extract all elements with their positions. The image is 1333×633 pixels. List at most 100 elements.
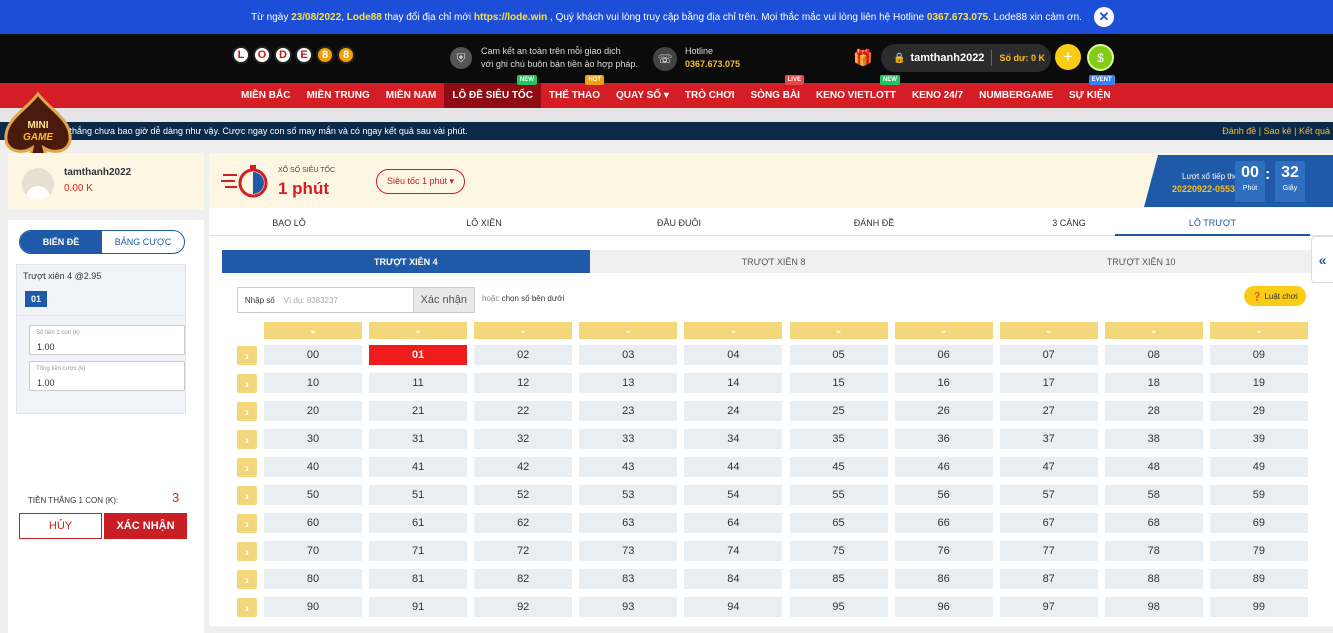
number-cell[interactable]: 78 [1104, 541, 1203, 561]
picked-number-chip[interactable]: 01 [25, 291, 47, 307]
quick-links[interactable]: Đánh đề | Sao kê | Kết quả [1222, 122, 1330, 140]
number-cell[interactable]: 98 [1104, 597, 1203, 617]
number-cell[interactable]: 61 [369, 513, 468, 533]
number-cell[interactable]: 03 [579, 345, 678, 365]
number-cell[interactable]: 46 [894, 457, 993, 477]
number-cell[interactable]: 74 [684, 541, 783, 561]
nav-item[interactable]: KENO 24/7 [904, 83, 971, 108]
number-cell[interactable]: 23 [579, 401, 678, 421]
select-column-button[interactable]: ⌄ [369, 322, 468, 339]
number-cell[interactable]: 15 [789, 373, 888, 393]
select-row-button[interactable]: › [237, 570, 257, 589]
nav-item[interactable]: TRÒ CHƠI [677, 83, 743, 108]
sub-tab[interactable]: TRƯỢT XIÊN 4 [222, 250, 590, 273]
deposit-plus-button[interactable]: + [1055, 44, 1081, 70]
number-cell[interactable]: 62 [474, 513, 573, 533]
user-account-pill[interactable]: 🔒 tamthanh2022 Số dư: 0 K [881, 44, 1051, 72]
number-cell[interactable]: 73 [579, 541, 678, 561]
sub-tab[interactable]: TRƯỢT XIÊN 8 [590, 250, 958, 273]
number-cell[interactable]: 13 [579, 373, 678, 393]
number-cell[interactable]: 29 [1209, 401, 1308, 421]
select-row-button[interactable]: › [237, 514, 257, 533]
number-cell[interactable]: 38 [1104, 429, 1203, 449]
number-cell[interactable]: 54 [684, 485, 783, 505]
select-column-button[interactable]: ⌄ [264, 322, 362, 339]
number-cell[interactable]: 77 [999, 541, 1098, 561]
nav-item[interactable]: NUMBERGAME [971, 83, 1061, 108]
number-cell[interactable]: 83 [579, 569, 678, 589]
number-cell[interactable]: 20 [264, 401, 362, 421]
nav-item[interactable]: MIỀN TRUNG [298, 83, 377, 108]
close-icon[interactable]: ✕ [1094, 7, 1114, 27]
number-cell[interactable]: 00 [264, 345, 362, 365]
select-row-button[interactable]: › [237, 598, 257, 617]
site-logo[interactable]: LODE88 [232, 46, 355, 64]
amount-per-number-field[interactable]: Số tiền 1 con (k) 1.00 [29, 325, 185, 355]
number-cell[interactable]: 66 [894, 513, 993, 533]
number-cell[interactable]: 35 [789, 429, 888, 449]
select-row-button[interactable]: › [237, 542, 257, 561]
number-cell[interactable]: 26 [894, 401, 993, 421]
number-confirm-button[interactable]: Xác nhận [412, 288, 474, 312]
select-column-button[interactable]: ⌄ [999, 322, 1098, 339]
number-cell[interactable]: 71 [369, 541, 468, 561]
number-cell[interactable]: 45 [789, 457, 888, 477]
select-column-button[interactable]: ⌄ [894, 322, 993, 339]
number-cell[interactable]: 28 [1104, 401, 1203, 421]
number-cell[interactable]: 31 [369, 429, 468, 449]
number-cell[interactable]: 33 [579, 429, 678, 449]
select-column-button[interactable]: ⌄ [684, 322, 783, 339]
number-cell[interactable]: 42 [474, 457, 573, 477]
number-cell[interactable]: 94 [684, 597, 783, 617]
gift-icon[interactable]: 🎁 [853, 48, 873, 68]
number-cell[interactable]: 48 [1104, 457, 1203, 477]
number-cell[interactable]: 36 [894, 429, 993, 449]
select-row-button[interactable]: › [237, 430, 257, 449]
number-cell[interactable]: 55 [789, 485, 888, 505]
select-row-button[interactable]: › [237, 346, 257, 365]
select-row-button[interactable]: › [237, 486, 257, 505]
number-cell[interactable]: 95 [789, 597, 888, 617]
number-cell[interactable]: 34 [684, 429, 783, 449]
number-cell[interactable]: 67 [999, 513, 1098, 533]
number-cell[interactable]: 90 [264, 597, 362, 617]
nav-item[interactable]: SỰ KIỆN EVENT [1061, 75, 1119, 108]
rules-button[interactable]: ❓ Luật chơi [1244, 286, 1306, 306]
number-cell[interactable]: 69 [1209, 513, 1308, 533]
number-cell[interactable]: 12 [474, 373, 573, 393]
number-cell[interactable]: 86 [894, 569, 993, 589]
nav-item[interactable]: MIỀN BẮC [233, 83, 298, 108]
number-cell[interactable]: 39 [1209, 429, 1308, 449]
number-cell[interactable]: 81 [369, 569, 468, 589]
number-cell[interactable]: 88 [1104, 569, 1203, 589]
number-cell[interactable]: 85 [789, 569, 888, 589]
select-column-button[interactable]: ⌄ [474, 322, 573, 339]
money-icon[interactable]: $ [1087, 44, 1114, 71]
number-cell[interactable]: 72 [474, 541, 573, 561]
number-cell[interactable]: 64 [684, 513, 783, 533]
select-row-button[interactable]: › [237, 402, 257, 421]
number-cell[interactable]: 52 [474, 485, 573, 505]
number-cell[interactable]: 76 [894, 541, 993, 561]
number-cell[interactable]: 51 [369, 485, 468, 505]
number-cell[interactable]: 44 [684, 457, 783, 477]
number-cell[interactable]: 30 [264, 429, 362, 449]
number-cell[interactable]: 97 [999, 597, 1098, 617]
number-cell[interactable]: 14 [684, 373, 783, 393]
number-cell[interactable]: 08 [1104, 345, 1203, 365]
number-cell[interactable]: 96 [894, 597, 993, 617]
speed-dropdown[interactable]: Siêu tốc 1 phút ▾ [376, 169, 465, 194]
number-cell[interactable]: 24 [684, 401, 783, 421]
number-cell[interactable]: 65 [789, 513, 888, 533]
number-cell[interactable]: 25 [789, 401, 888, 421]
confirm-button[interactable]: XÁC NHẬN [104, 513, 187, 539]
number-cell[interactable]: 75 [789, 541, 888, 561]
number-cell[interactable]: 50 [264, 485, 362, 505]
bet-type-tab[interactable]: LÔ XIÊN [404, 211, 564, 236]
number-cell[interactable]: 82 [474, 569, 573, 589]
select-column-button[interactable]: ⌄ [579, 322, 678, 339]
number-cell[interactable]: 84 [684, 569, 783, 589]
number-cell[interactable]: 05 [789, 345, 888, 365]
number-cell[interactable]: 21 [369, 401, 468, 421]
sub-tab[interactable]: TRƯỢT XIÊN 10 [957, 250, 1325, 273]
